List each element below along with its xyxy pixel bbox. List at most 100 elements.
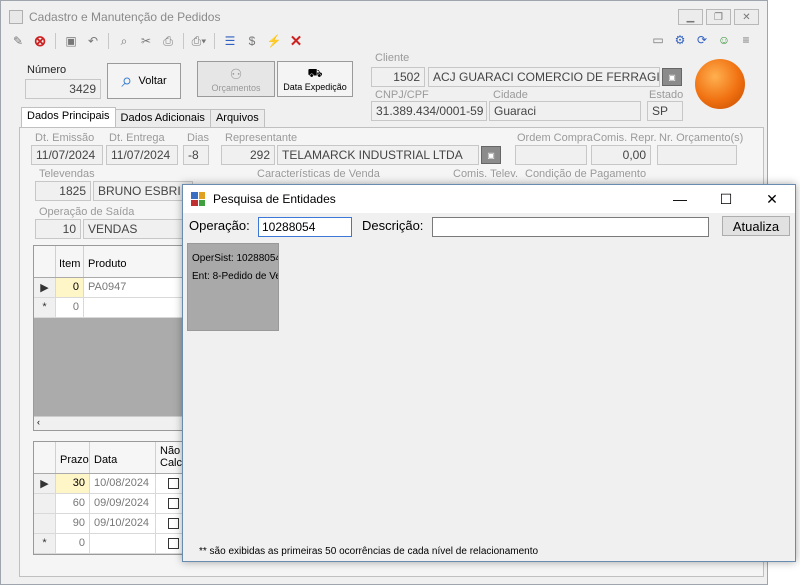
printer-icon[interactable]: ⎙▾	[190, 32, 208, 50]
row-indicator	[34, 514, 56, 533]
toolbar-right: ▭ ⚙ ⟳ ☺ ≡	[649, 31, 755, 49]
estado-field[interactable]: SP	[647, 101, 683, 121]
rep-name-field[interactable]: TELAMARCK INDUSTRIAL LTDA	[277, 145, 479, 165]
card-icon[interactable]: ▭	[649, 31, 667, 49]
tab-dados-adicionais[interactable]: Dados Adicionais	[114, 109, 211, 127]
comis-telev-label: Comis. Telev.	[453, 168, 519, 180]
plugin-icon[interactable]: ⚡	[265, 32, 283, 50]
nao-calc-checkbox[interactable]	[168, 478, 179, 489]
coin-icon[interactable]: $	[243, 32, 261, 50]
numero-field[interactable]: 3429	[25, 79, 101, 99]
cancel-icon[interactable]: ⊗	[31, 32, 49, 50]
tab-arquivos[interactable]: Arquivos	[209, 109, 265, 127]
op-code-field[interactable]: 10	[35, 219, 81, 239]
ordem-compra-field[interactable]	[515, 145, 587, 165]
nao-calc-checkbox[interactable]	[168, 538, 179, 549]
tools-icon[interactable]: ✂	[137, 32, 155, 50]
row-indicator: *	[34, 534, 56, 553]
close-icon[interactable]: ✕	[734, 9, 759, 25]
nr-orcamento-field[interactable]	[657, 145, 737, 165]
item-cell[interactable]: 0	[56, 278, 84, 297]
print-preview-icon[interactable]: ⎙	[159, 32, 177, 50]
atualiza-button[interactable]: Atualiza	[722, 216, 790, 236]
list-icon[interactable]: ☰	[221, 32, 239, 50]
produto-cell[interactable]	[84, 298, 192, 317]
cliente-name-field[interactable]: ACJ GUARACI COMERCIO DE FERRAGI	[428, 67, 660, 87]
horizontal-scrollbar[interactable]: ‹	[34, 416, 192, 430]
tele-code-field[interactable]: 1825	[35, 181, 91, 201]
row-indicator	[34, 494, 56, 513]
col-header-prazo: Prazo	[56, 442, 90, 473]
edit-icon[interactable]: ✎	[9, 32, 27, 50]
items-grid: Item Produto ▶ 0 PA0947 * 0 ‹	[33, 245, 193, 431]
entity-tree[interactable]: OperSist: 10288054 Ent: 8-Pedido de Ve	[187, 243, 279, 331]
close-icon[interactable]: ✕	[749, 185, 795, 213]
binoculars-icon: ⚇	[229, 65, 243, 82]
cliente-lookup-icon[interactable]: ▣	[662, 68, 682, 86]
table-row[interactable]: ▶ 0 PA0947	[34, 278, 192, 298]
rep-code-field[interactable]: 292	[221, 145, 275, 165]
data-cell[interactable]: 09/10/2024	[90, 514, 156, 533]
tele-name-field[interactable]: BRUNO ESBRI	[93, 181, 193, 201]
table-row[interactable]: 60 09/09/2024	[34, 494, 192, 514]
dt-entrega-field[interactable]: 11/07/2024	[106, 145, 178, 165]
undo-icon[interactable]: ↶	[84, 32, 102, 50]
comis-repr-label: Comis. Repr.	[593, 132, 657, 144]
comis-repr-field[interactable]: 0,00	[591, 145, 651, 165]
operacao-input[interactable]: 10288054	[258, 217, 352, 237]
nao-calc-checkbox[interactable]	[168, 518, 179, 529]
tree-node-ent[interactable]: Ent: 8-Pedido de Ve	[192, 268, 278, 286]
data-cell[interactable]: 09/09/2024	[90, 494, 156, 513]
cidade-label: Cidade	[493, 89, 528, 101]
cidade-field[interactable]: Guaraci	[489, 101, 641, 121]
table-row[interactable]: ▶ 30 10/08/2024	[34, 474, 192, 494]
dias-field[interactable]: -8	[183, 145, 209, 165]
app-icon	[191, 192, 205, 206]
data-expedicao-button[interactable]: ⛟ Data Expedição	[277, 61, 353, 97]
menu-icon[interactable]: ≡	[737, 31, 755, 49]
voltar-button[interactable]: ⌕ Voltar	[107, 63, 181, 99]
data-expedicao-label: Data Expedição	[283, 82, 347, 92]
data-cell[interactable]: 10/08/2024	[90, 474, 156, 493]
dt-entrega-label: Dt. Entrega	[109, 132, 165, 144]
col-header-data: Data	[90, 442, 156, 473]
minimize-icon[interactable]: ▁	[678, 9, 703, 25]
save-icon[interactable]: ▣	[62, 32, 80, 50]
data-cell[interactable]	[90, 534, 156, 553]
search-icon[interactable]: ⌕	[115, 32, 133, 50]
cliente-code-field[interactable]: 1502	[371, 67, 425, 87]
col-header-item: Item	[56, 246, 84, 277]
rep-lookup-icon[interactable]: ▣	[481, 146, 501, 164]
delete-icon[interactable]: ✕	[287, 32, 305, 50]
search-icon: ⌕	[121, 69, 133, 92]
representante-label: Representante	[225, 132, 298, 144]
settings-icon[interactable]: ⚙	[671, 31, 689, 49]
orcamentos-button[interactable]: ⚇ Orçamentos	[197, 61, 275, 97]
tab-dados-principais[interactable]: Dados Principais	[21, 107, 116, 127]
produto-cell[interactable]: PA0947	[84, 278, 192, 297]
prazo-cell[interactable]: 60	[56, 494, 90, 513]
pesquisa-dialog: Pesquisa de Entidades — ☐ ✕ Operação: 10…	[182, 184, 796, 562]
dt-emissao-field[interactable]: 11/07/2024	[31, 145, 103, 165]
table-row[interactable]: 90 09/10/2024	[34, 514, 192, 534]
descricao-input[interactable]	[432, 217, 709, 237]
toolbar-separator	[55, 33, 56, 49]
main-window-title: Cadastro e Manutenção de Pedidos	[29, 10, 221, 24]
condicao-pagamento-label: Condição de Pagamento	[525, 168, 647, 180]
item-cell[interactable]: 0	[56, 298, 84, 317]
prazo-cell[interactable]: 0	[56, 534, 90, 553]
prazo-cell[interactable]: 90	[56, 514, 90, 533]
refresh-icon[interactable]: ⟳	[693, 31, 711, 49]
tree-node-opersist[interactable]: OperSist: 10288054	[192, 250, 278, 268]
cnpj-field[interactable]: 31.389.434/0001-59	[371, 101, 487, 121]
minimize-icon[interactable]: —	[657, 185, 703, 213]
table-row[interactable]: * 0	[34, 534, 192, 554]
televendas-label: Televendas	[39, 168, 95, 180]
op-name-field[interactable]: VENDAS	[83, 219, 193, 239]
table-row[interactable]: * 0	[34, 298, 192, 318]
prazo-cell[interactable]: 30	[56, 474, 90, 493]
user-icon[interactable]: ☺	[715, 31, 733, 49]
maximize-icon[interactable]: ☐	[703, 185, 749, 213]
nao-calc-checkbox[interactable]	[168, 498, 179, 509]
restore-icon[interactable]: ❐	[706, 9, 731, 25]
